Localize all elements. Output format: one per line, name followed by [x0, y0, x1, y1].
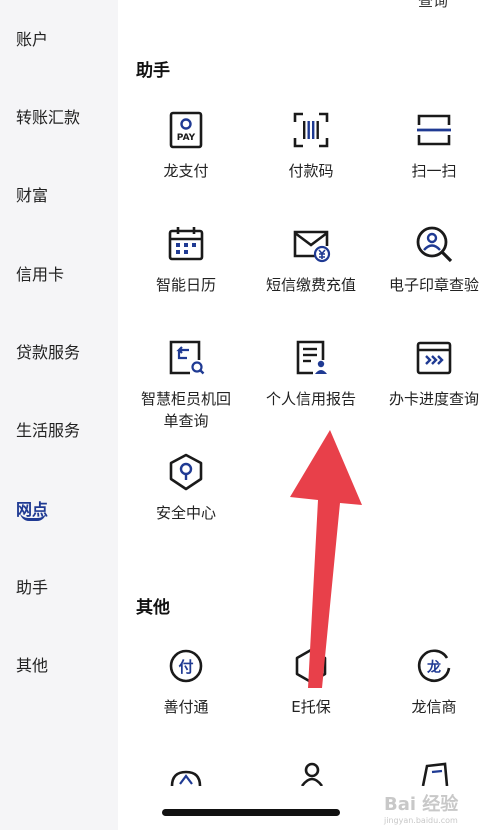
tile-label: 善付通 — [163, 698, 209, 716]
tile-long-pay[interactable]: PAY 龙支付 — [123, 110, 249, 182]
sidebar-item-loan[interactable]: 贷款服务 — [16, 339, 80, 363]
tile-e-seal-verify[interactable]: 电子印章查验 — [371, 224, 497, 296]
tile-label: 智慧柜员机回 单查询 — [140, 390, 231, 430]
sidebar-item-other[interactable]: 其他 — [16, 652, 48, 676]
partial-row-icon — [170, 770, 202, 786]
cut-off-label: 查询 — [418, 0, 449, 10]
dragon-icon: 龙 — [417, 649, 451, 683]
tile-e-tuo-bao[interactable]: E托保 — [248, 646, 374, 718]
tile-payment-code[interactable]: 付款码 — [248, 110, 374, 182]
tile-scan[interactable]: 扫一扫 — [371, 110, 497, 182]
sidebar-item-credit-card[interactable]: 信用卡 — [16, 261, 64, 285]
tile-label: E托保 — [291, 698, 331, 716]
hexagon-icon — [295, 648, 327, 684]
seal-search-icon — [416, 226, 453, 263]
fu-icon-text: 付 — [178, 658, 193, 676]
pay-icon-text: PAY — [177, 133, 196, 143]
sidebar: 账户 转账汇款 财富 信用卡 贷款服务 生活服务 网点 助手 其他 — [0, 0, 118, 830]
shield-icon — [169, 453, 203, 491]
tile-label: 扫一扫 — [411, 162, 457, 180]
dragon-icon-text: 龙 — [426, 659, 441, 676]
credit-report-icon — [296, 340, 327, 375]
watermark: Bai 经验 jingyan.baidu.com — [384, 790, 458, 825]
sidebar-item-account[interactable]: 账户 — [16, 26, 48, 50]
tile-card-progress-query[interactable]: 办卡进度查询 — [371, 338, 497, 410]
watermark-url: jingyan.baidu.com — [384, 816, 458, 825]
tile-smart-calendar[interactable]: 智能日历 — [123, 224, 249, 296]
tile-label: 龙信商 — [411, 698, 457, 716]
tile-label: 龙支付 — [163, 162, 209, 180]
tile-personal-credit-report[interactable]: 个人信用报告 — [248, 338, 374, 410]
tile-sms-payment[interactable]: 短信缴费充值 — [248, 224, 374, 296]
card-progress-icon — [416, 341, 452, 375]
fu-icon: 付 — [169, 649, 203, 683]
tile-shan-fu-tong[interactable]: 付 善付通 — [123, 646, 249, 718]
home-indicator[interactable] — [162, 809, 340, 816]
watermark-brand: Bai 经验 — [384, 794, 459, 815]
receipt-search-icon — [169, 340, 205, 375]
sidebar-item-life-services[interactable]: 生活服务 — [16, 417, 80, 441]
tile-long-xin-shang[interactable]: 龙 龙信商 — [371, 646, 497, 718]
section-title-assistant: 助手 — [136, 61, 170, 81]
partial-row-icon — [421, 762, 449, 786]
tile-label: 个人信用报告 — [265, 390, 356, 408]
pay-icon: PAY — [169, 111, 203, 149]
barcode-icon — [293, 112, 329, 148]
sidebar-item-wealth[interactable]: 财富 — [16, 182, 48, 206]
tile-label: 电子印章查验 — [388, 276, 479, 294]
tile-label: 安全中心 — [155, 504, 216, 522]
partial-row-icon — [300, 762, 324, 786]
sidebar-item-assistant[interactable]: 助手 — [16, 574, 48, 598]
tile-label: 智能日历 — [155, 276, 216, 294]
tile-atm-receipt-query[interactable]: 智慧柜员机回 单查询 — [123, 338, 249, 432]
sidebar-item-transfer[interactable]: 转账汇款 — [16, 104, 80, 128]
calendar-icon — [168, 227, 204, 261]
tile-label: 短信缴费充值 — [265, 276, 356, 294]
tile-security-center[interactable]: 安全中心 — [123, 452, 249, 524]
main-content: 查询 助手 PAY 龙支付 付款码 扫一扫 智能日历 短信缴费充值 电子印章查验… — [118, 0, 500, 830]
tile-label: 办卡进度查询 — [388, 390, 479, 408]
tile-label: 付款码 — [288, 162, 334, 180]
sms-payment-icon — [293, 230, 331, 263]
scan-icon — [417, 114, 451, 146]
section-title-other: 其他 — [136, 598, 170, 618]
